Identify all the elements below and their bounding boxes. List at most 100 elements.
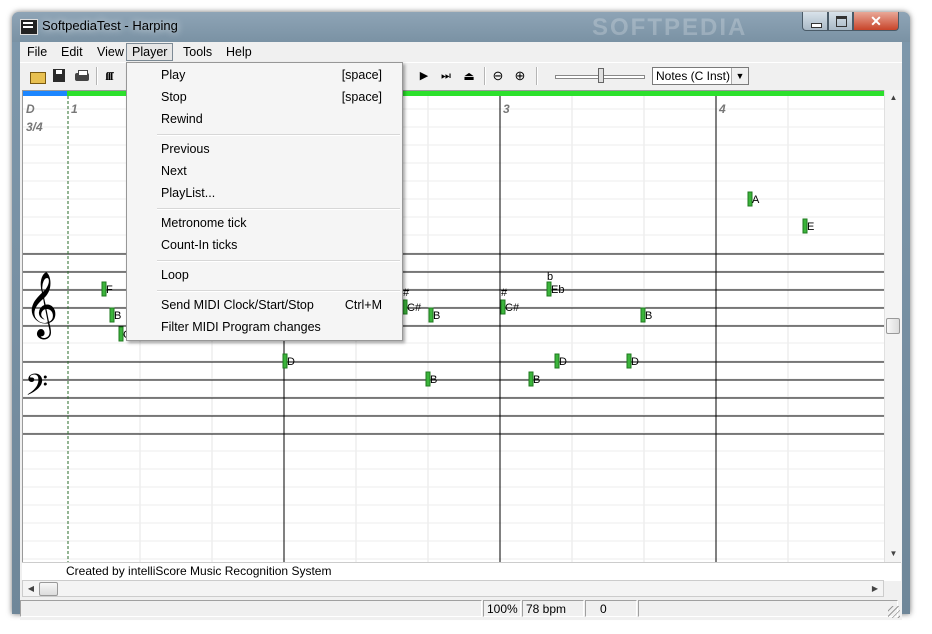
- save-icon[interactable]: [50, 67, 68, 85]
- menu-item-previous[interactable]: Previous: [129, 139, 400, 159]
- status-pane-extra: [638, 600, 898, 617]
- menu-separator: [157, 290, 400, 292]
- scroll-left-icon[interactable]: ◀: [23, 581, 39, 596]
- status-pane-empty: [20, 600, 482, 617]
- key-signature: D: [26, 102, 35, 116]
- menu-item-label: PlayList...: [161, 186, 216, 200]
- flat-accidental: b: [547, 271, 553, 283]
- close-icon: ✕: [870, 13, 882, 29]
- menu-separator: [157, 208, 400, 210]
- play-icon[interactable]: ▶: [415, 67, 433, 85]
- menu-item-shortcut: Ctrl+M: [344, 298, 382, 312]
- sharp-accidental: #: [501, 287, 508, 299]
- menu-item-label: Play: [161, 68, 186, 82]
- note-label: D: [559, 356, 567, 368]
- maximize-button[interactable]: [828, 12, 853, 31]
- zoom-out-icon[interactable]: ⊖: [489, 67, 507, 85]
- measure-number: 4: [718, 102, 726, 116]
- menu-item-label: Loop: [161, 268, 189, 282]
- vertical-scroll-thumb[interactable]: [886, 318, 900, 334]
- note-label: F: [106, 284, 113, 296]
- scroll-right-icon[interactable]: ▶: [867, 581, 883, 596]
- menu-file[interactable]: File: [22, 44, 52, 60]
- menu-view[interactable]: View: [92, 44, 129, 60]
- eject-icon[interactable]: ⏏: [460, 67, 478, 85]
- menu-item-play[interactable]: Play [space]: [129, 65, 400, 85]
- note-label: B: [645, 310, 652, 322]
- scroll-down-icon[interactable]: ▼: [885, 546, 902, 562]
- chevron-down-icon[interactable]: ▼: [731, 68, 748, 84]
- resize-grip-icon[interactable]: [888, 606, 900, 618]
- menu-item-shortcut: [space]: [341, 68, 382, 82]
- measure-number: 3: [503, 102, 510, 116]
- zoom-in-icon[interactable]: ⊕: [511, 67, 529, 85]
- credit-text: Created by intelliScore Music Recognitio…: [66, 564, 332, 578]
- toolbar-separator: [536, 67, 538, 85]
- print-icon[interactable]: [73, 67, 91, 85]
- open-file-icon[interactable]: [28, 67, 46, 85]
- note-label: B: [433, 310, 440, 322]
- view-mode-select[interactable]: Notes (C Inst) ▼: [652, 67, 749, 85]
- player-dropdown-menu: Play [space] Stop [space] Rewind Previous …: [126, 62, 403, 341]
- app-icon[interactable]: [20, 19, 38, 35]
- menu-help[interactable]: Help: [221, 44, 257, 60]
- note-label: A: [752, 194, 760, 206]
- menu-item-label: Filter MIDI Program changes: [161, 320, 321, 334]
- menu-tools[interactable]: Tools: [178, 44, 217, 60]
- scroll-up-icon[interactable]: ▲: [885, 90, 902, 106]
- menu-item-next[interactable]: Next: [129, 161, 400, 181]
- menu-item-label: Next: [161, 164, 187, 178]
- note-label: D: [631, 356, 639, 368]
- menu-item-label: Count-In ticks: [161, 238, 238, 252]
- close-button[interactable]: ✕: [853, 12, 899, 31]
- horizontal-scrollbar[interactable]: ◀ ▶: [22, 580, 884, 597]
- menu-item-shortcut: [space]: [341, 90, 382, 104]
- menu-item-label: Rewind: [161, 112, 203, 126]
- menu-item-playlist[interactable]: PlayList...: [129, 183, 400, 203]
- note-label: B: [430, 374, 437, 386]
- credit-bar: Created by intelliScore Music Recognitio…: [22, 562, 901, 581]
- menu-item-count-in-ticks[interactable]: Count-In ticks: [129, 235, 400, 255]
- window-title: SoftpediaTest - Harping: [42, 18, 178, 33]
- note-label: B: [533, 374, 540, 386]
- menu-separator: [157, 260, 400, 262]
- minimize-button[interactable]: [802, 12, 828, 31]
- menu-item-rewind[interactable]: Rewind: [129, 109, 400, 129]
- vertical-scrollbar[interactable]: ▲ ▼: [884, 90, 902, 562]
- menu-separator: [157, 134, 400, 136]
- time-signature: 3/4: [26, 120, 43, 134]
- menu-item-label: Previous: [161, 142, 210, 156]
- menu-item-label: Stop: [161, 90, 187, 104]
- bass-clef-icon: 𝄢: [25, 369, 48, 410]
- note-label: Eb: [551, 284, 564, 296]
- menu-item-stop[interactable]: Stop [space]: [129, 87, 400, 107]
- menu-bar: File Edit View Player Tools Help: [20, 42, 902, 62]
- measure-number: 1: [71, 102, 78, 116]
- menu-item-label: Send MIDI Clock/Start/Stop: [161, 298, 314, 312]
- title-bar[interactable]: SoftpediaTest - Harping SOFTPEDIA ✕: [12, 12, 910, 42]
- treble-clef-icon: 𝄞: [25, 272, 58, 339]
- tempo-icon[interactable]: ſſſ: [98, 67, 120, 85]
- status-position: 0: [585, 600, 637, 617]
- volume-slider-thumb[interactable]: [598, 68, 604, 83]
- view-mode-value: Notes (C Inst): [656, 69, 731, 83]
- maximize-icon: [836, 16, 847, 27]
- next-track-icon[interactable]: ⏭: [437, 67, 455, 85]
- menu-item-metronome-tick[interactable]: Metronome tick: [129, 213, 400, 233]
- note-label: E: [807, 221, 814, 233]
- menu-item-loop[interactable]: Loop: [129, 265, 400, 285]
- menu-player[interactable]: Player: [126, 43, 174, 61]
- toolbar-separator: [484, 67, 486, 85]
- sharp-accidental: #: [403, 287, 410, 299]
- horizontal-scroll-thumb[interactable]: [39, 582, 58, 596]
- menu-item-send-midi-clock[interactable]: Send MIDI Clock/Start/Stop Ctrl+M: [129, 295, 400, 315]
- watermark-text: SOFTPEDIA: [592, 14, 748, 41]
- status-bar: 100% 78 bpm 0: [20, 598, 902, 620]
- note-label: D: [287, 356, 295, 368]
- note-label: B: [114, 310, 121, 322]
- note-label: C#: [505, 302, 520, 314]
- menu-item-label: Metronome tick: [161, 216, 247, 230]
- menu-edit[interactable]: Edit: [56, 44, 88, 60]
- status-zoom: 100%: [483, 600, 521, 617]
- menu-item-filter-midi-program[interactable]: Filter MIDI Program changes: [129, 317, 400, 337]
